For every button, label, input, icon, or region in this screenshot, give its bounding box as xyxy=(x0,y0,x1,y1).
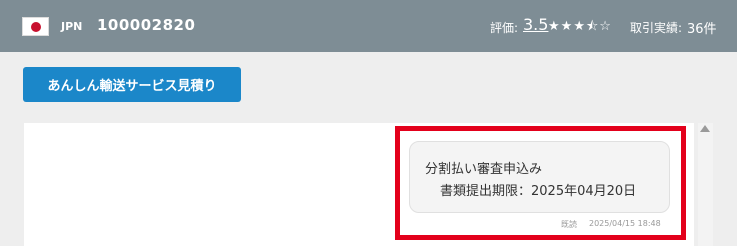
scroll-up-arrow-icon[interactable] xyxy=(700,125,710,132)
star-full-icon: ★ xyxy=(573,19,586,34)
japan-flag-icon xyxy=(22,17,49,36)
star-half-icon: ⯪ xyxy=(585,19,600,34)
seller-id: 100002820 xyxy=(97,16,196,34)
deals-label: 取引実績: xyxy=(630,21,683,35)
deals-count: 36件 xyxy=(687,22,717,37)
highlight-box xyxy=(395,126,686,240)
chat-scrollbar[interactable] xyxy=(698,123,713,246)
seller-header-bar: JPN 100002820 評価: 3.5 ★★★⯪☆ 取引実績: 36件 xyxy=(0,0,737,52)
country-code: JPN xyxy=(61,20,83,33)
rating-value-link[interactable]: 3.5 xyxy=(523,15,548,34)
rating-label: 評価: xyxy=(490,21,519,35)
star-empty-icon: ☆ xyxy=(599,19,612,34)
star-full-icon: ★ xyxy=(560,19,574,34)
safe-shipping-quote-button[interactable]: あんしん輸送サービス見積り xyxy=(23,67,241,102)
rating-stars: ★★★⯪☆ xyxy=(548,17,612,39)
star-full-icon: ★ xyxy=(548,19,561,34)
